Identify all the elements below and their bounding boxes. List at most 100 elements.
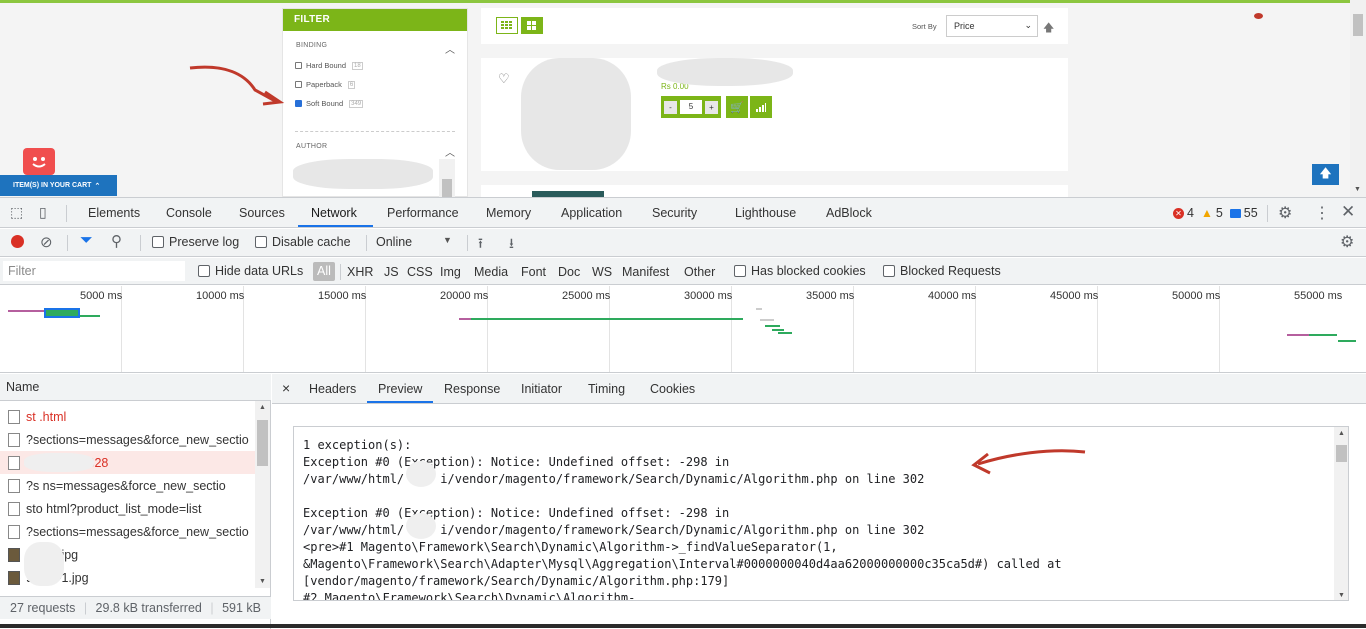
- filter-type-all[interactable]: All: [313, 262, 335, 281]
- issue-counters[interactable]: ✕ 4 ▲ 5 55: [1173, 206, 1258, 220]
- filter-funnel-icon[interactable]: ⏷: [80, 232, 93, 250]
- tab-sources[interactable]: Sources: [239, 206, 285, 220]
- filter-type-media[interactable]: Media: [474, 265, 508, 279]
- filter-type-manifest[interactable]: Manifest: [622, 265, 669, 279]
- blocked-cookies-checkbox[interactable]: Has blocked cookies: [734, 264, 866, 278]
- checkbox[interactable]: [734, 265, 746, 277]
- tab-cookies[interactable]: Cookies: [650, 382, 695, 396]
- tab-headers[interactable]: Headers: [309, 382, 356, 396]
- decrement-button[interactable]: -: [664, 100, 677, 114]
- close-detail-icon[interactable]: ×: [282, 380, 290, 396]
- collapse-author-icon[interactable]: ︿: [445, 144, 455, 159]
- filter-type-css[interactable]: CSS: [407, 265, 433, 279]
- sort-select[interactable]: Price ⌄: [946, 15, 1038, 37]
- filter-scrollbar[interactable]: [439, 159, 455, 197]
- filter-type-xhr[interactable]: XHR: [347, 265, 373, 279]
- name-column-header[interactable]: Name: [0, 374, 271, 401]
- inspect-element-icon[interactable]: ⬚: [10, 204, 23, 221]
- checkbox[interactable]: [198, 265, 210, 277]
- blocked-requests-checkbox[interactable]: Blocked Requests: [883, 264, 1001, 278]
- checkbox[interactable]: [295, 81, 302, 88]
- close-devtools-icon[interactable]: ✕: [1341, 202, 1355, 222]
- scroll-thumb[interactable]: [1336, 445, 1347, 462]
- network-timeline-overview[interactable]: 5000 ms 10000 ms 15000 ms 20000 ms 25000…: [0, 286, 1366, 373]
- checkbox-checked[interactable]: [295, 100, 302, 107]
- tab-elements[interactable]: Elements: [88, 206, 140, 220]
- settings-gear-icon[interactable]: ⚙: [1278, 203, 1292, 223]
- checkbox[interactable]: [152, 236, 164, 248]
- filter-type-img[interactable]: Img: [440, 265, 461, 279]
- throttling-select[interactable]: Online ▼: [376, 235, 458, 249]
- wishlist-heart-icon[interactable]: ♡: [498, 71, 510, 87]
- request-row[interactable]: ?s ns=messages&force_new_sectio: [0, 474, 255, 497]
- device-toolbar-icon[interactable]: ▯: [39, 204, 47, 221]
- list-view-button[interactable]: [496, 17, 518, 34]
- scroll-down-icon[interactable]: ▼: [1354, 186, 1361, 193]
- quantity-value[interactable]: 5: [680, 100, 702, 114]
- back-to-top-button[interactable]: 🡅: [1312, 164, 1339, 185]
- preview-scrollbar[interactable]: ▲ ▼: [1334, 427, 1348, 600]
- preview-frame[interactable]: 1 exception(s): Exception #0 (Exception):…: [293, 426, 1349, 601]
- checkbox[interactable]: [255, 236, 267, 248]
- compare-button[interactable]: [750, 96, 772, 118]
- filter-type-js[interactable]: JS: [384, 265, 399, 279]
- filter-option-soft-bound[interactable]: Soft Bound 349: [295, 99, 364, 108]
- filter-option-hard-bound[interactable]: Hard Bound 18: [295, 61, 363, 70]
- tab-network[interactable]: Network: [311, 206, 357, 220]
- filter-input[interactable]: Filter: [3, 261, 185, 281]
- filter-type-other[interactable]: Other: [684, 265, 715, 279]
- scroll-thumb[interactable]: [442, 179, 452, 197]
- checkbox[interactable]: [883, 265, 895, 277]
- clear-icon[interactable]: ⊘: [40, 233, 53, 251]
- network-settings-gear-icon[interactable]: ⚙: [1340, 232, 1354, 252]
- network-summary-bar: 27 requests | 29.8 kB transferred | 591 …: [0, 596, 271, 619]
- request-row[interactable]: st .html: [0, 405, 255, 428]
- request-row[interactable]: ?sections=messages&force_new_sectio: [0, 520, 255, 543]
- import-har-icon[interactable]: ⭱: [478, 233, 483, 257]
- filter-type-font[interactable]: Font: [521, 265, 546, 279]
- tab-timing[interactable]: Timing: [588, 382, 625, 396]
- request-list-scrollbar[interactable]: ▲ ▼: [255, 401, 270, 588]
- record-icon[interactable]: [11, 235, 24, 248]
- hide-data-urls-checkbox[interactable]: Hide data URLs: [198, 264, 303, 278]
- checkbox[interactable]: [295, 62, 302, 69]
- page-scrollbar[interactable]: ▼: [1350, 0, 1366, 197]
- scroll-up-icon[interactable]: ▲: [259, 404, 266, 411]
- more-options-icon[interactable]: ⋮: [1314, 203, 1330, 223]
- increment-button[interactable]: +: [705, 100, 718, 114]
- tab-response[interactable]: Response: [444, 382, 500, 396]
- annotation-arrow: [971, 449, 1086, 475]
- document-file-icon: [8, 501, 20, 516]
- add-to-cart-button[interactable]: 🛒: [726, 96, 748, 118]
- export-har-icon[interactable]: ⭳: [509, 233, 514, 257]
- filter-type-doc[interactable]: Doc: [558, 265, 580, 279]
- tab-security[interactable]: Security: [652, 206, 697, 220]
- scroll-down-icon[interactable]: ▼: [1338, 592, 1345, 599]
- divider: [467, 235, 468, 251]
- collapse-binding-icon[interactable]: ︿: [445, 41, 455, 56]
- tab-console[interactable]: Console: [166, 206, 212, 220]
- tab-adblock[interactable]: AdBlock: [826, 206, 872, 220]
- scroll-down-icon[interactable]: ▼: [259, 578, 266, 585]
- tab-memory[interactable]: Memory: [486, 206, 531, 220]
- tab-lighthouse[interactable]: Lighthouse: [735, 206, 796, 220]
- sort-direction-icon[interactable]: 🡅: [1043, 19, 1054, 38]
- filter-option-paperback[interactable]: Paperback 6: [295, 80, 356, 89]
- filter-type-ws[interactable]: WS: [592, 265, 612, 279]
- tab-initiator[interactable]: Initiator: [521, 382, 562, 396]
- tab-application[interactable]: Application: [561, 206, 622, 220]
- search-icon[interactable]: ⚲: [111, 232, 122, 250]
- request-row[interactable]: ?sections=messages&force_new_sectio: [0, 428, 255, 451]
- disable-cache-checkbox[interactable]: Disable cache: [255, 235, 351, 249]
- request-row[interactable]: sto html?product_list_mode=list: [0, 497, 255, 520]
- tab-performance[interactable]: Performance: [387, 206, 459, 220]
- grid-view-button[interactable]: [521, 17, 543, 34]
- scroll-thumb[interactable]: [1353, 14, 1363, 36]
- cart-summary-button[interactable]: ITEM(S) IN YOUR CART ⌃: [0, 175, 117, 196]
- tab-preview[interactable]: Preview: [378, 382, 422, 396]
- scroll-thumb[interactable]: [257, 420, 268, 466]
- cart-mascot-icon[interactable]: [23, 148, 55, 175]
- quantity-stepper[interactable]: - 5 +: [661, 96, 721, 118]
- scroll-up-icon[interactable]: ▲: [1338, 430, 1345, 437]
- preserve-log-checkbox[interactable]: Preserve log: [152, 235, 239, 249]
